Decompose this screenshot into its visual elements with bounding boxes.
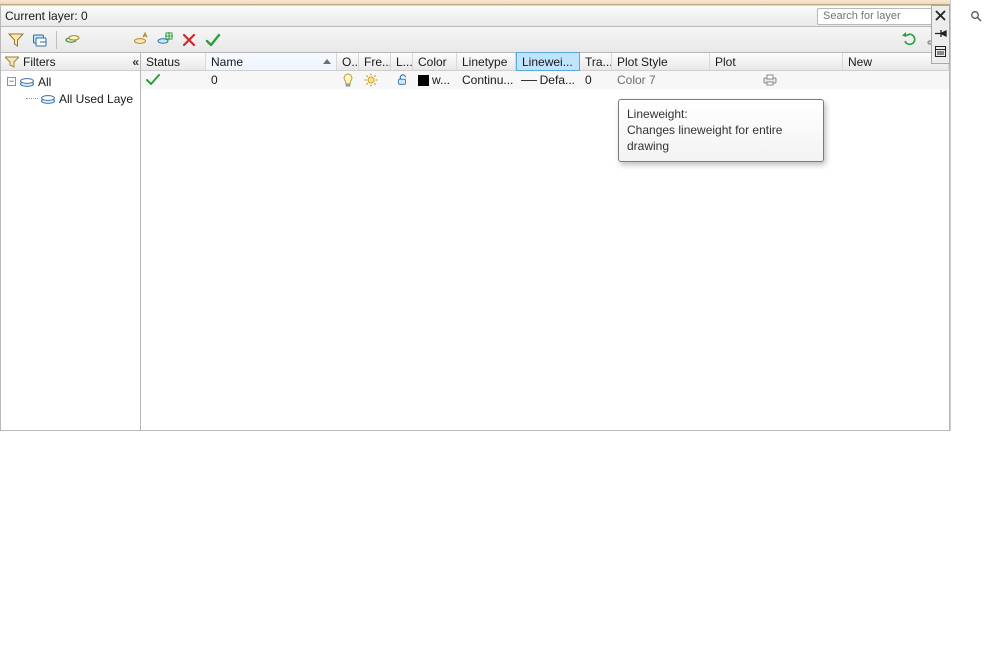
layer-states-icon[interactable] bbox=[29, 29, 51, 51]
col-status[interactable]: Status bbox=[141, 53, 206, 70]
col-lineweight[interactable]: Linewei... bbox=[516, 52, 580, 71]
layer-filter-icon[interactable] bbox=[5, 29, 27, 51]
layers-icon bbox=[19, 76, 35, 88]
layer-row-0[interactable]: 0 w... Continu... bbox=[141, 71, 949, 89]
cell-lock[interactable] bbox=[391, 73, 413, 87]
pin-icon[interactable] bbox=[933, 26, 948, 41]
tree-root-all[interactable]: − All bbox=[1, 73, 140, 90]
delete-layer-icon[interactable] bbox=[178, 29, 200, 51]
search-icon bbox=[970, 10, 982, 22]
col-name-label: Name bbox=[211, 55, 243, 69]
tree-label: All Used Laye bbox=[59, 92, 133, 106]
close-icon[interactable] bbox=[933, 8, 948, 23]
toolbar bbox=[0, 27, 950, 53]
col-name[interactable]: Name bbox=[206, 53, 337, 70]
lightbulb-icon bbox=[342, 73, 354, 87]
palette-sidebar bbox=[931, 5, 950, 64]
col-lock[interactable]: L... bbox=[391, 53, 413, 70]
cell-transparency[interactable]: 0 bbox=[580, 73, 612, 87]
header-bar: Current layer: 0 bbox=[0, 5, 950, 27]
cell-name[interactable]: 0 bbox=[206, 73, 337, 87]
col-on[interactable]: O.. bbox=[337, 53, 359, 70]
new-layer-vp-icon[interactable] bbox=[154, 29, 176, 51]
filter-icon bbox=[5, 56, 19, 68]
cell-freeze[interactable] bbox=[359, 73, 391, 87]
tooltip-body: Changes lineweight for entire drawing bbox=[627, 122, 815, 154]
col-linetype[interactable]: Linetype bbox=[457, 53, 516, 70]
tooltip-title: Lineweight: bbox=[627, 106, 815, 122]
tree-label: All bbox=[38, 75, 51, 89]
expand-toggle[interactable]: − bbox=[7, 77, 16, 86]
filter-tree: − All All Used Laye bbox=[1, 71, 140, 109]
tree-connector bbox=[26, 98, 38, 99]
lineweight-label: Defa... bbox=[540, 73, 575, 87]
filter-title: Filters bbox=[23, 55, 56, 69]
col-transparency[interactable]: Tra... bbox=[580, 53, 612, 70]
toolbar-separator bbox=[56, 31, 57, 49]
cell-linetype[interactable]: Continu... bbox=[457, 73, 516, 87]
printer-icon bbox=[763, 74, 777, 86]
color-swatch bbox=[418, 75, 429, 86]
col-color[interactable]: Color bbox=[413, 53, 457, 70]
refresh-icon[interactable] bbox=[899, 29, 921, 51]
layer-table: Status Name O.. Fre... L... Color Linety… bbox=[141, 53, 949, 430]
col-plot[interactable]: Plot bbox=[710, 53, 843, 70]
cell-lineweight[interactable]: Defa... bbox=[516, 73, 580, 87]
tooltip: Lineweight: Changes lineweight for entir… bbox=[618, 99, 824, 162]
cell-status[interactable] bbox=[141, 74, 206, 86]
sun-icon bbox=[364, 73, 378, 87]
lineweight-sample bbox=[521, 80, 537, 81]
unlock-icon bbox=[396, 73, 408, 87]
cell-plot[interactable] bbox=[710, 74, 843, 86]
check-icon bbox=[146, 74, 160, 86]
collapse-icon[interactable]: « bbox=[132, 55, 136, 69]
set-current-icon[interactable] bbox=[202, 29, 224, 51]
cell-color[interactable]: w... bbox=[413, 73, 457, 87]
layers-icon bbox=[40, 93, 56, 105]
layer-rows: 0 w... Continu... bbox=[141, 71, 949, 430]
col-plotstyle[interactable]: Plot Style bbox=[612, 53, 710, 70]
col-freeze[interactable]: Fre... bbox=[359, 53, 391, 70]
sort-ascending-icon bbox=[323, 59, 331, 64]
column-header-row: Status Name O.. Fre... L... Color Linety… bbox=[141, 53, 949, 71]
color-label: w... bbox=[432, 73, 450, 87]
new-layer-icon[interactable] bbox=[130, 29, 152, 51]
properties-icon[interactable] bbox=[933, 44, 948, 59]
filter-panel: Filters « − All All Used Laye bbox=[1, 53, 141, 430]
cell-plotstyle[interactable]: Color 7 bbox=[612, 73, 710, 87]
cell-on[interactable] bbox=[337, 73, 359, 87]
layer-isolate-icon[interactable] bbox=[62, 29, 84, 51]
layer-manager: Current layer: 0 bbox=[0, 0, 951, 431]
current-layer-label: Current layer: 0 bbox=[5, 9, 88, 23]
search-box[interactable] bbox=[817, 8, 945, 25]
tree-child-used[interactable]: All Used Laye bbox=[1, 90, 140, 107]
filter-header[interactable]: Filters « bbox=[1, 53, 140, 71]
